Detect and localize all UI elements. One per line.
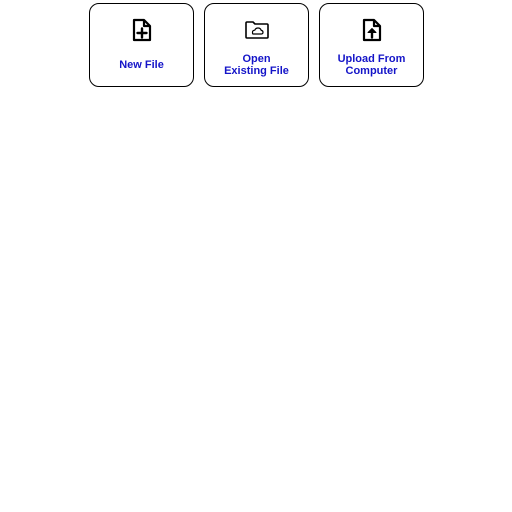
upload-from-computer-button[interactable]: Upload From Computer [319,3,424,87]
open-existing-file-button[interactable]: Open Existing File [204,3,309,87]
new-file-button[interactable]: New File [89,3,194,87]
open-existing-file-label: Open Existing File [224,53,289,77]
new-file-label: New File [119,59,164,71]
file-action-cards: New File Open Existing File Upload From [89,3,424,87]
file-plus-icon [129,17,155,43]
upload-from-computer-label: Upload From Computer [337,53,406,77]
folder-cloud-icon [244,17,270,43]
file-upload-icon [359,17,385,43]
